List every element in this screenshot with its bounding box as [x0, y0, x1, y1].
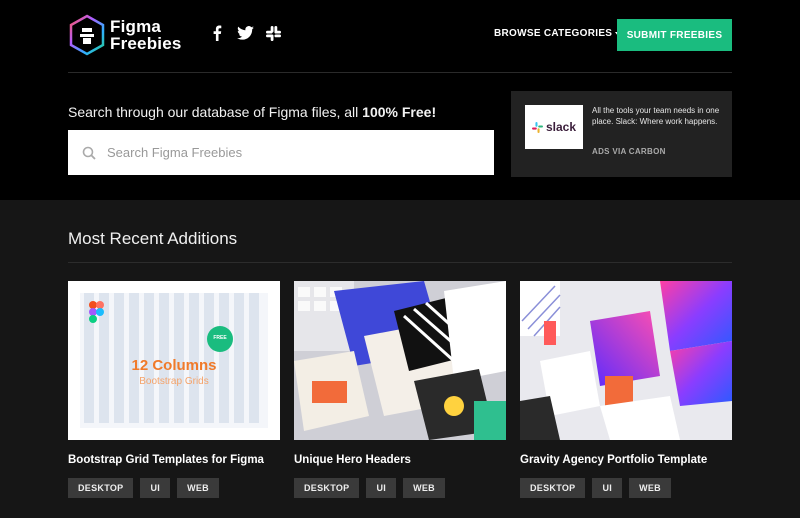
tag-web[interactable]: WEB — [629, 478, 671, 498]
tagline-bold: 100% Free! — [362, 104, 437, 120]
tag-ui[interactable]: UI — [140, 478, 171, 498]
card-title[interactable]: Gravity Agency Portfolio Template — [520, 454, 732, 466]
social-links — [208, 24, 282, 42]
card-tags: DESKTOP UI WEB — [294, 478, 506, 498]
tag-desktop[interactable]: DESKTOP — [68, 478, 134, 498]
section-divider — [68, 262, 732, 263]
slack-ad-logo[interactable]: slack — [525, 105, 583, 149]
facebook-icon[interactable] — [208, 24, 226, 42]
tag-web[interactable]: WEB — [403, 478, 445, 498]
freebie-card-bootstrap-grid: FREE 12 Columns Bootstrap Grids Bootstra… — [68, 281, 280, 498]
thumb-heading: 12 Columns — [131, 357, 217, 374]
thumb-badge: FREE — [213, 335, 227, 341]
ads-via-carbon[interactable]: ADS VIA CARBON — [592, 147, 666, 156]
logo-text: Figma Freebies — [110, 18, 182, 52]
slack-icon[interactable] — [264, 24, 282, 42]
tag-desktop[interactable]: DESKTOP — [294, 478, 360, 498]
browse-categories-label: BROWSE CATEGORIES — [494, 28, 613, 39]
search-input[interactable] — [105, 144, 469, 161]
search-bar[interactable] — [68, 130, 494, 175]
header-divider — [68, 72, 732, 73]
figma-freebies-logo-icon — [69, 14, 105, 56]
logo-text-line1: Figma — [110, 17, 162, 36]
slack-ad-logo-text: slack — [545, 120, 577, 134]
tag-ui[interactable]: UI — [366, 478, 397, 498]
card-title[interactable]: Bootstrap Grid Templates for Figma — [68, 454, 280, 466]
section-title: Most Recent Additions — [68, 229, 238, 248]
recent-additions-section: Most Recent Additions FREE 12 Columns Bo… — [0, 200, 800, 518]
search-icon — [82, 146, 96, 160]
freebie-card-gravity-agency: Gravity Agency Portfolio Template DESKTO… — [520, 281, 732, 498]
card-title[interactable]: Unique Hero Headers — [294, 454, 506, 466]
card-thumbnail[interactable] — [294, 281, 506, 440]
logo-text-line2: Freebies — [110, 34, 182, 53]
card-tags: DESKTOP UI WEB — [68, 478, 280, 498]
tagline-text: Search through our database of Figma fil… — [68, 104, 363, 120]
slack-logo-icon — [531, 121, 543, 133]
tag-desktop[interactable]: DESKTOP — [520, 478, 586, 498]
ad-text[interactable]: All the tools your team needs in one pla… — [592, 105, 724, 127]
gravity-agency-thumbnail-image — [520, 281, 732, 440]
search-tagline: Search through our database of Figma fil… — [68, 104, 436, 120]
submit-freebies-button[interactable]: SUBMIT FREEBIES — [617, 19, 732, 51]
hero-headers-thumbnail-image — [294, 281, 506, 440]
tag-web[interactable]: WEB — [177, 478, 219, 498]
header-area: Figma Freebies BROWSE CATEGORIES SUBMIT — [0, 0, 800, 200]
thumb-subheading: Bootstrap Grids — [139, 376, 209, 387]
freebie-card-hero-headers: Unique Hero Headers DESKTOP UI WEB — [294, 281, 506, 498]
card-thumbnail[interactable] — [520, 281, 732, 440]
tag-ui[interactable]: UI — [592, 478, 623, 498]
carbon-ad: slack All the tools your team needs in o… — [511, 91, 732, 177]
card-thumbnail[interactable]: FREE 12 Columns Bootstrap Grids — [68, 281, 280, 440]
card-tags: DESKTOP UI WEB — [520, 478, 732, 498]
twitter-icon[interactable] — [236, 24, 254, 42]
site-logo[interactable]: Figma Freebies — [68, 14, 182, 56]
browse-categories-dropdown[interactable]: BROWSE CATEGORIES — [494, 28, 622, 39]
